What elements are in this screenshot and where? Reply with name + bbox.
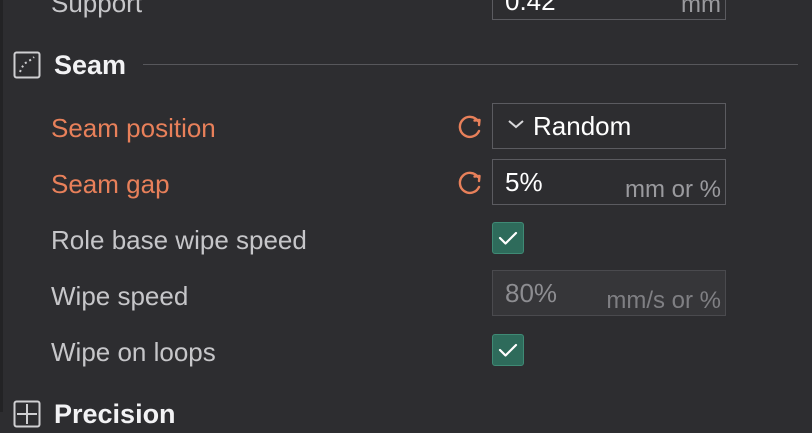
section-title: Seam — [54, 50, 127, 80]
seam-gap-value: 5% — [505, 167, 543, 197]
seam-gap-input[interactable]: 5% mm or % — [492, 159, 726, 205]
reset-icon[interactable] — [455, 168, 485, 198]
wipe-speed-unit: mm/s or % — [606, 287, 721, 314]
checkmark-icon — [498, 343, 518, 357]
support-unit: mm — [681, 0, 721, 18]
wipe-speed-input[interactable]: 80% mm/s or % — [492, 270, 726, 316]
chevron-down-icon — [507, 117, 525, 135]
precision-icon — [13, 400, 41, 428]
wipe-on-loops-checkbox[interactable] — [492, 334, 524, 366]
seam-position-label: Seam position — [51, 113, 216, 143]
seam-gap-label: Seam gap — [51, 169, 170, 199]
seam-position-dropdown[interactable]: Random — [492, 103, 726, 149]
role-base-wipe-speed-checkbox[interactable] — [492, 222, 524, 254]
support-field[interactable]: 0.42 mm — [492, 0, 726, 20]
checkmark-icon — [498, 231, 518, 245]
section-divider — [143, 64, 798, 65]
seam-gap-unit: mm or % — [625, 176, 721, 203]
wipe-speed-label: Wipe speed — [51, 281, 189, 311]
wipe-speed-value: 80% — [505, 278, 558, 308]
reset-icon[interactable] — [455, 112, 485, 142]
seam-position-value: Random — [533, 111, 632, 141]
support-label: Support — [51, 0, 143, 18]
support-value: 0.42 — [505, 0, 556, 16]
wipe-on-loops-label: Wipe on loops — [51, 337, 216, 367]
precision-section-title: Precision — [54, 399, 176, 429]
panel-left-border — [0, 0, 3, 412]
role-base-wipe-speed-label: Role base wipe speed — [51, 225, 307, 255]
seam-icon — [13, 51, 41, 79]
